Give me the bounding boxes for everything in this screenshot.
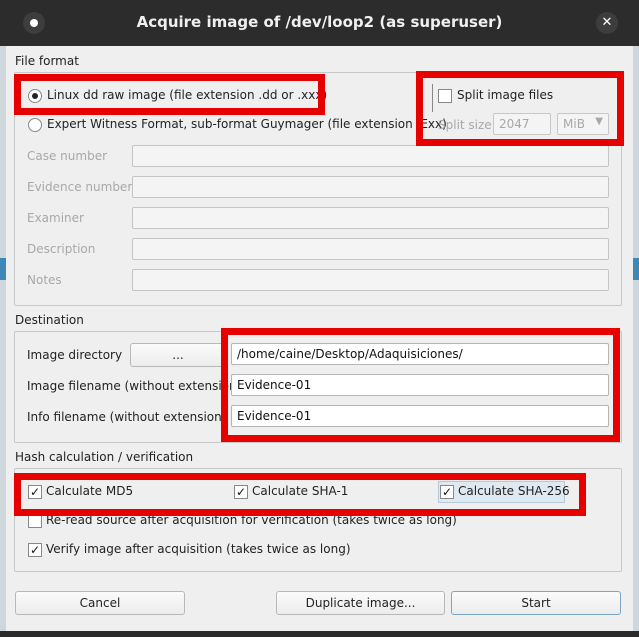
info-filename-label: Info filename (without extension) xyxy=(27,410,227,424)
image-directory-label: Image directory xyxy=(27,348,123,362)
image-filename-label: Image filename (without extension) xyxy=(27,379,242,393)
case-number-label: Case number xyxy=(27,149,108,163)
window-title: Acquire image of /dev/loop2 (as superuse… xyxy=(136,13,503,31)
notes-label: Notes xyxy=(27,273,62,287)
highlight-box-split xyxy=(416,71,624,146)
verify-checkbox[interactable]: ✓ xyxy=(28,543,42,557)
evidence-number-field[interactable] xyxy=(132,176,609,198)
examiner-label: Examiner xyxy=(27,211,84,225)
description-label: Description xyxy=(27,242,96,256)
verify-label[interactable]: Verify image after acquisition (takes tw… xyxy=(46,542,351,556)
destination-group-title: Destination xyxy=(15,313,84,327)
reread-checkbox[interactable] xyxy=(28,514,42,528)
highlight-box-destination xyxy=(221,328,620,442)
highlight-box-hash xyxy=(14,473,586,516)
title-bar: Acquire image of /dev/loop2 (as superuse… xyxy=(0,0,639,46)
file-format-group-title: File format xyxy=(15,54,79,68)
hash-group-title: Hash calculation / verification xyxy=(15,450,194,464)
notes-field[interactable] xyxy=(132,269,609,291)
evidence-number-label: Evidence number xyxy=(27,180,133,194)
close-icon[interactable]: ✕ xyxy=(596,12,618,34)
start-button[interactable]: Start xyxy=(451,591,621,615)
highlight-box-dd-format xyxy=(14,74,325,115)
case-number-field[interactable] xyxy=(132,145,609,167)
duplicate-image-button[interactable]: Duplicate image... xyxy=(276,591,445,615)
browse-directory-button[interactable]: ... xyxy=(130,343,226,367)
cancel-button[interactable]: Cancel xyxy=(15,591,185,615)
ewf-format-label[interactable]: Expert Witness Format, sub-format Guymag… xyxy=(47,117,447,131)
ewf-format-radio[interactable] xyxy=(28,118,42,132)
background-window-right xyxy=(633,46,639,631)
examiner-field[interactable] xyxy=(132,207,609,229)
background-selection-right xyxy=(633,258,639,280)
description-field[interactable] xyxy=(132,238,609,260)
